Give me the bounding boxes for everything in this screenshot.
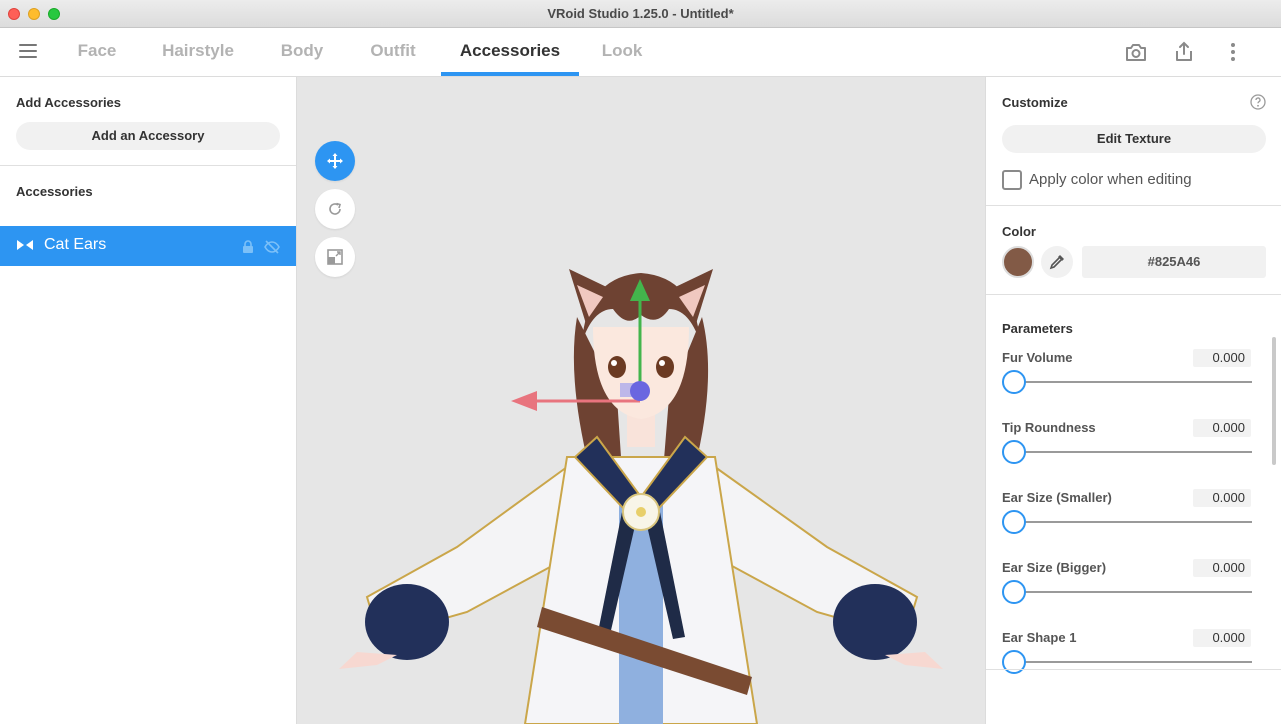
slider-thumb-ear-shape-1[interactable] — [1002, 650, 1026, 674]
tab-face[interactable]: Face — [66, 28, 128, 76]
eyedropper-button[interactable] — [1041, 246, 1073, 278]
tab-hairstyle[interactable]: Hairstyle — [151, 28, 245, 76]
add-accessories-title: Add Accessories — [16, 95, 122, 110]
help-icon[interactable] — [1250, 94, 1266, 110]
tab-body[interactable]: Body — [270, 28, 334, 76]
accessories-list-title: Accessories — [16, 184, 93, 199]
divider — [986, 669, 1281, 670]
param-value-ear-size-smaller[interactable]: 0.000 — [1193, 489, 1251, 507]
apply-color-label: Apply color when editing — [1029, 171, 1192, 188]
slider-track[interactable] — [1014, 661, 1252, 663]
slider-thumb-ear-size-bigger[interactable] — [1002, 580, 1026, 604]
param-label-ear-shape-1: Ear Shape 1 — [1002, 630, 1077, 645]
apply-color-checkbox[interactable] — [1002, 170, 1022, 190]
divider — [986, 205, 1281, 206]
param-label-tip-roundness: Tip Roundness — [1002, 420, 1096, 435]
window-title: VRoid Studio 1.25.0 - Untitled* — [547, 6, 734, 21]
3d-viewport[interactable] — [297, 77, 985, 724]
lock-icon[interactable] — [242, 240, 254, 254]
param-value-ear-shape-1[interactable]: 0.000 — [1193, 629, 1251, 647]
slider-thumb-tip-roundness[interactable] — [1002, 440, 1026, 464]
more-vertical-icon[interactable] — [1221, 40, 1245, 64]
active-tab-indicator — [441, 72, 579, 76]
color-hex-input[interactable]: #825A46 — [1082, 246, 1266, 278]
edit-texture-button[interactable]: Edit Texture — [1002, 125, 1266, 153]
param-label-ear-size-bigger: Ear Size (Bigger) — [1002, 560, 1107, 575]
visibility-off-icon[interactable] — [264, 240, 280, 254]
eyedropper-icon — [1049, 255, 1064, 270]
accessories-panel: Add Accessories Add an Accessory Accesso… — [0, 77, 297, 724]
slider-track[interactable] — [1014, 521, 1252, 523]
color-title: Color — [1002, 224, 1036, 239]
param-label-ear-size-smaller: Ear Size (Smaller) — [1002, 490, 1112, 505]
customize-panel: Customize Edit Texture Apply color when … — [985, 77, 1281, 724]
param-label-fur-volume: Fur Volume — [1002, 350, 1073, 365]
divider — [986, 294, 1281, 295]
tab-look[interactable]: Look — [592, 28, 652, 76]
avatar-model-render — [339, 269, 943, 724]
top-navigation: Face Hairstyle Body Outfit Accessories L… — [0, 28, 1281, 77]
slider-track[interactable] — [1014, 381, 1252, 383]
customize-title: Customize — [1002, 95, 1068, 110]
cat-ears-icon — [17, 240, 33, 250]
divider — [0, 165, 296, 166]
accessory-item-cat-ears[interactable]: Cat Ears — [0, 226, 296, 266]
slider-thumb-ear-size-smaller[interactable] — [1002, 510, 1026, 534]
param-value-fur-volume[interactable]: 0.000 — [1193, 349, 1251, 367]
tab-accessories[interactable]: Accessories — [441, 28, 579, 76]
param-value-ear-size-bigger[interactable]: 0.000 — [1193, 559, 1251, 577]
parameters-title: Parameters — [1002, 321, 1073, 336]
slider-track[interactable] — [1014, 451, 1252, 453]
export-icon[interactable] — [1172, 40, 1196, 64]
slider-thumb-fur-volume[interactable] — [1002, 370, 1026, 394]
tab-outfit[interactable]: Outfit — [358, 28, 428, 76]
color-swatch[interactable] — [1002, 246, 1034, 278]
camera-icon[interactable] — [1124, 40, 1148, 64]
param-value-tip-roundness[interactable]: 0.000 — [1193, 419, 1251, 437]
slider-track[interactable] — [1014, 591, 1252, 593]
window-titlebar: VRoid Studio 1.25.0 - Untitled* — [0, 0, 1281, 28]
parameters-scrollbar[interactable] — [1272, 337, 1276, 465]
add-accessory-button[interactable]: Add an Accessory — [16, 122, 280, 150]
accessory-item-label: Cat Ears — [44, 236, 107, 253]
menu-icon[interactable] — [19, 44, 37, 58]
